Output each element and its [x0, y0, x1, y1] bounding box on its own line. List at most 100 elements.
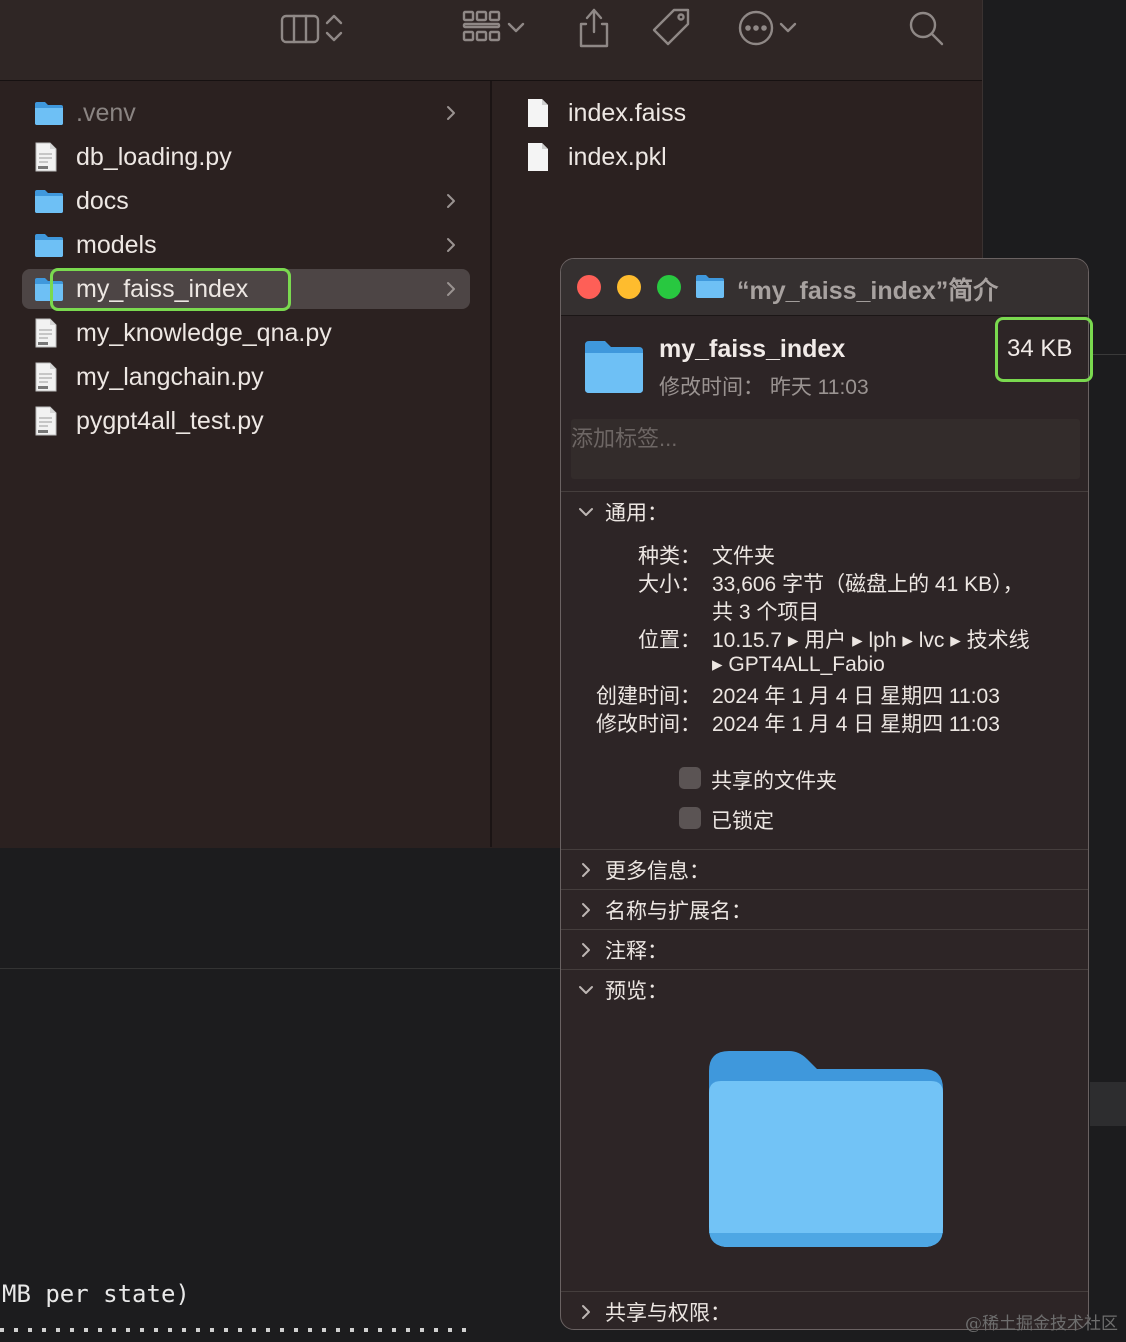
get-info-panel: “my_faiss_index”简介 my_faiss_index 修改时间： … — [560, 258, 1089, 1330]
preview-section-toggle[interactable]: 预览： — [577, 975, 668, 1005]
folder-icon — [34, 232, 74, 258]
item-name: pygpt4all_test.py — [76, 406, 264, 435]
created-value: 2024 年 1 月 4 日 星期四 11:03 — [712, 685, 1000, 708]
locked-label: 已锁定 — [711, 810, 774, 833]
info-titlebar: “my_faiss_index”简介 — [561, 259, 1088, 316]
size-value-count: 共 3 个项目 — [712, 601, 820, 624]
chevron-right-icon — [582, 903, 590, 917]
item-name: index.faiss — [568, 98, 687, 127]
view-switch-button[interactable] — [278, 6, 346, 50]
chevron-down-icon — [507, 22, 525, 33]
column1-item[interactable]: pygpt4all_test.py — [22, 401, 470, 441]
more-info-section-toggle[interactable]: 更多信息： — [577, 855, 710, 885]
share-icon — [579, 8, 609, 48]
size-value: 33,606 字节（磁盘上的 41 KB）， — [712, 573, 1024, 596]
info-folder-name: my_faiss_index — [659, 335, 846, 363]
tag-button[interactable] — [650, 6, 694, 50]
item-name: db_loading.py — [76, 142, 232, 171]
background-scroll-strip — [1090, 1082, 1126, 1126]
close-button[interactable] — [577, 275, 601, 299]
column2-item[interactable]: index.pkl — [514, 137, 962, 177]
modified-detail-label: 修改时间： — [596, 713, 701, 736]
search-icon — [909, 11, 944, 46]
column1-item[interactable]: my_knowledge_qna.py — [22, 313, 470, 353]
ellipsis-circle-icon — [738, 10, 774, 46]
kind-value: 文件夹 — [712, 545, 775, 568]
locked-checkbox[interactable] — [679, 807, 701, 829]
document-icon — [526, 142, 566, 172]
terminal-progress-dots — [0, 1328, 476, 1332]
item-name: index.pkl — [568, 142, 667, 171]
section-divider — [561, 889, 1088, 890]
item-name: .venv — [76, 98, 136, 127]
grid-icon — [462, 10, 501, 42]
terminal-output: MB per state) — [2, 1280, 190, 1308]
created-label: 创建时间： — [596, 685, 701, 708]
chevron-right-icon — [582, 863, 590, 877]
tag-icon — [652, 8, 690, 46]
size-highlight-box — [995, 317, 1093, 382]
sharing-label: 共享与权限： — [605, 1302, 731, 1325]
name-extension-label: 名称与扩展名： — [605, 900, 752, 923]
terminal-divider — [0, 968, 560, 969]
section-divider — [561, 929, 1088, 930]
section-divider — [561, 491, 1088, 492]
column1-item[interactable]: db_loading.py — [22, 137, 470, 177]
column1-item[interactable]: .venv — [22, 93, 470, 133]
shared-folder-label: 共享的文件夹 — [711, 770, 837, 793]
name-highlight-box — [50, 268, 291, 311]
python-file-icon — [34, 318, 74, 348]
chevron-down-icon — [579, 508, 593, 516]
preview-label: 预览： — [605, 980, 668, 1003]
tags-placeholder: 添加标签... — [571, 426, 678, 451]
watermark: @稀土掘金技术社区 — [965, 1314, 1118, 1334]
folder-preview-icon — [709, 1051, 943, 1247]
folder-icon — [34, 100, 74, 126]
comments-label: 注释： — [605, 940, 668, 963]
comments-section-toggle[interactable]: 注释： — [577, 935, 668, 965]
info-modified-summary: 修改时间： 昨天 11:03 — [659, 371, 869, 401]
finder-toolbar — [0, 0, 982, 81]
where-label: 位置： — [638, 629, 701, 652]
more-actions-button[interactable] — [736, 6, 800, 50]
chevron-right-icon — [582, 1305, 590, 1319]
more-info-label: 更多信息： — [605, 860, 710, 883]
python-file-icon — [34, 362, 74, 392]
column1-item[interactable]: my_langchain.py — [22, 357, 470, 397]
chevron-down-icon — [579, 986, 593, 994]
zoom-button[interactable] — [657, 275, 681, 299]
folder-icon — [34, 188, 74, 214]
size-label: 大小： — [638, 573, 701, 596]
column2-item[interactable]: index.faiss — [514, 93, 962, 133]
modified-value: 昨天 11:03 — [769, 376, 869, 399]
kind-label: 种类： — [638, 545, 701, 568]
share-button[interactable] — [574, 6, 614, 50]
finder-column-1: .venv db_loading.py docs models my_faiss_ind… — [0, 81, 492, 847]
column1-item[interactable]: docs — [22, 181, 470, 221]
item-name: my_knowledge_qna.py — [76, 318, 332, 347]
search-button[interactable] — [906, 6, 946, 50]
section-divider — [561, 1291, 1088, 1292]
general-section-toggle[interactable]: 通用： — [577, 497, 668, 527]
where-value: 10.15.7 ▸ 用户 ▸ lph ▸ lvc ▸ 技术线 — [712, 629, 1030, 652]
section-divider — [561, 969, 1088, 970]
item-name: my_langchain.py — [76, 362, 264, 391]
background-divider — [1090, 354, 1126, 355]
info-title: “my_faiss_index”简介 — [737, 277, 999, 305]
item-name: docs — [76, 186, 129, 215]
chevron-down-icon — [779, 22, 797, 33]
tags-field[interactable]: 添加标签... — [571, 419, 1080, 479]
python-file-icon — [34, 406, 74, 436]
group-button[interactable] — [460, 6, 528, 50]
name-extension-section-toggle[interactable]: 名称与扩展名： — [577, 895, 752, 925]
shared-folder-checkbox[interactable] — [679, 767, 701, 789]
folder-icon — [696, 275, 724, 298]
section-divider — [561, 849, 1088, 850]
folder-icon — [585, 341, 643, 393]
minimize-button[interactable] — [617, 275, 641, 299]
where-value-continued: ▸ GPT4ALL_Fabio — [712, 653, 885, 676]
chevron-right-icon — [582, 943, 590, 957]
general-label: 通用： — [605, 502, 668, 525]
sharing-section-toggle[interactable]: 共享与权限： — [577, 1297, 731, 1327]
column1-item[interactable]: models — [22, 225, 470, 265]
